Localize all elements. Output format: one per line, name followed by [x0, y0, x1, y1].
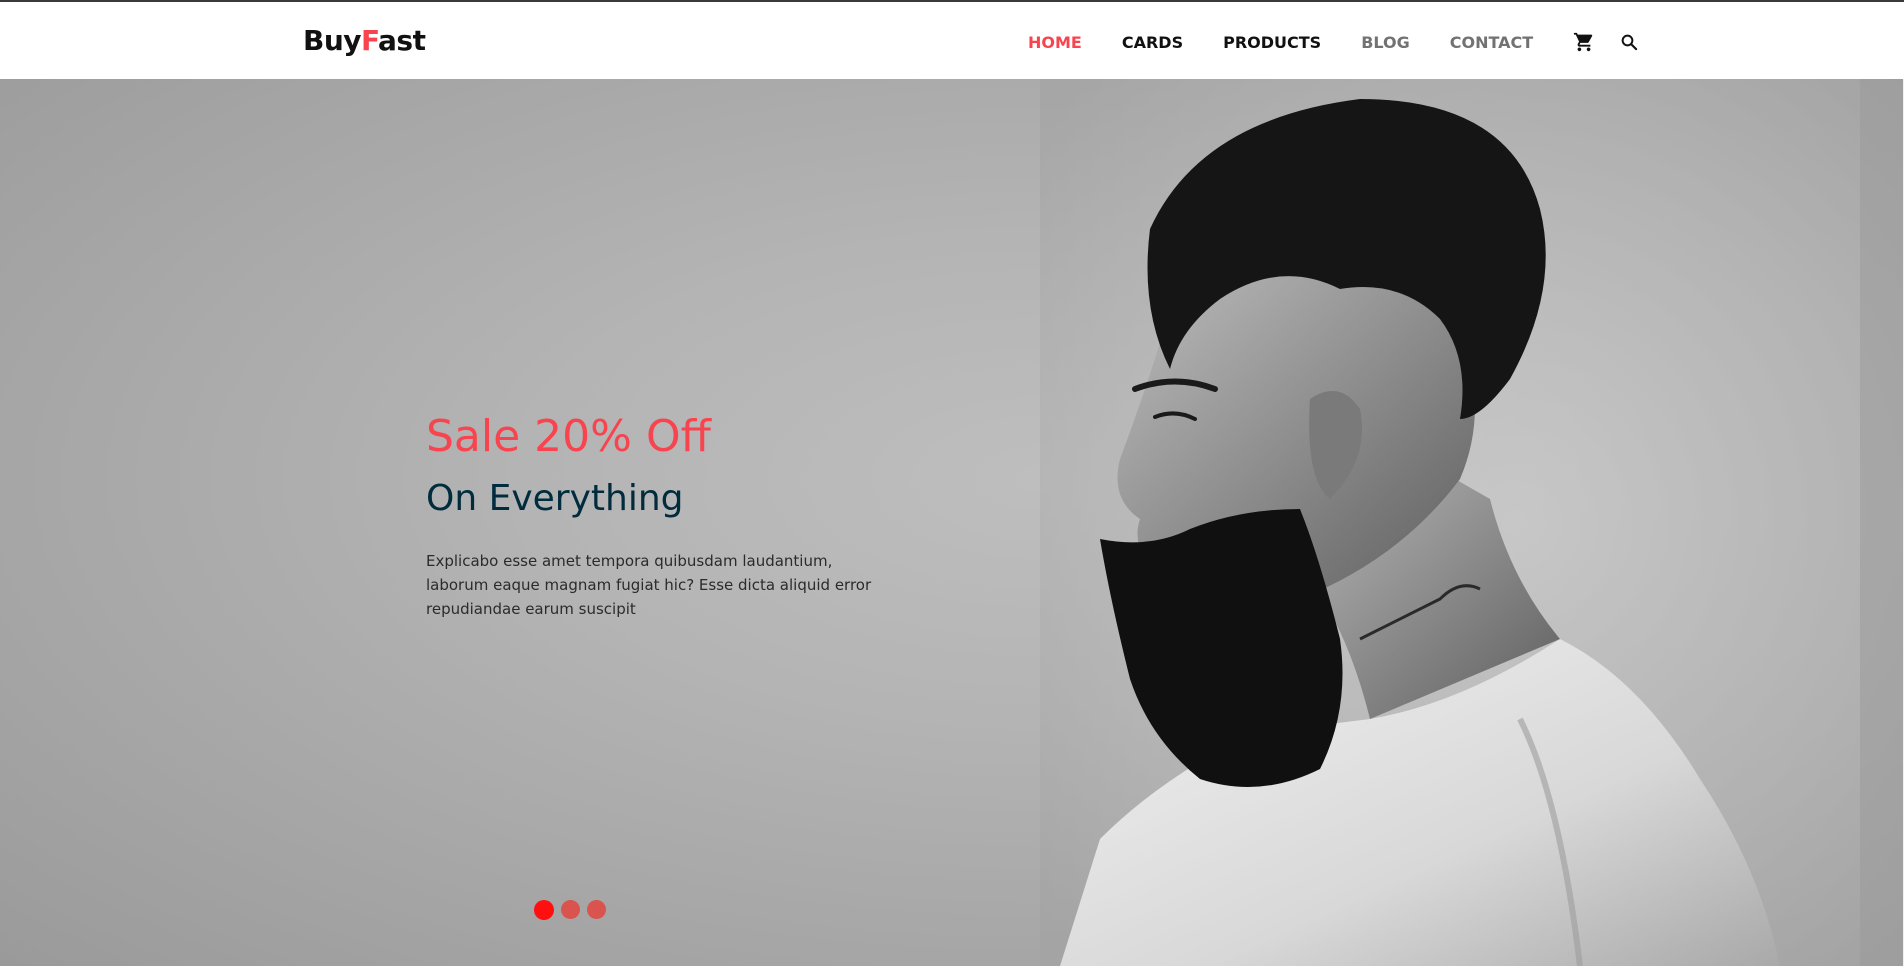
bottom-strip [0, 966, 1904, 970]
hero-content: Sale 20% Off On Everything Explicabo ess… [426, 409, 896, 621]
carousel-dot-1[interactable] [534, 899, 554, 920]
nav-cards[interactable]: CARDS [1122, 33, 1183, 52]
hero-title: Sale 20% Off [426, 411, 711, 462]
carousel-dot-3[interactable] [587, 900, 606, 919]
carousel-indicators [534, 899, 613, 920]
carousel-dot-2[interactable] [561, 900, 580, 919]
hero-model-image [1040, 79, 1904, 966]
main-nav: HOME CARDS PRODUCTS BLOG CONTACT [1028, 30, 1638, 54]
hero-slider: Sale 20% Off On Everything Explicabo ess… [0, 79, 1904, 966]
logo-part-buy: Buy [303, 24, 362, 57]
nav-products[interactable]: PRODUCTS [1223, 33, 1321, 52]
nav-home[interactable]: HOME [1028, 33, 1082, 52]
search-icon[interactable] [1620, 33, 1638, 51]
brand-logo[interactable]: BuyFast [303, 24, 426, 57]
site-header: BuyFast HOME CARDS PRODUCTS BLOG CONTACT [0, 2, 1904, 79]
logo-part-ast: ast [378, 24, 426, 57]
nav-blog[interactable]: BLOG [1361, 33, 1410, 52]
hero-subtitle: On Everything [426, 478, 684, 519]
hero-description: Explicabo esse amet tempora quibusdam la… [426, 552, 872, 618]
logo-part-accent: F [361, 24, 379, 57]
cart-icon[interactable] [1573, 31, 1595, 53]
nav-contact[interactable]: CONTACT [1450, 33, 1533, 52]
